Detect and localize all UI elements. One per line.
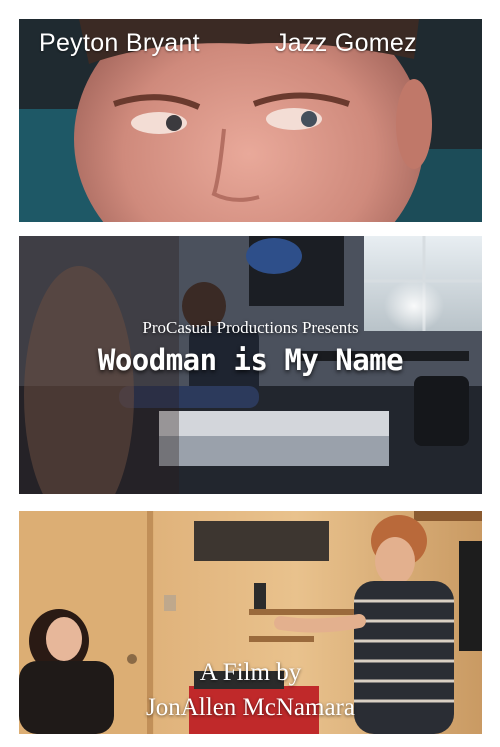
film-title: Woodman is My Name — [97, 343, 404, 377]
credit-line-2: JonAllen McNamara — [146, 694, 355, 721]
closeup-photo-panel: Peyton Bryant Jazz Gomez — [19, 19, 482, 222]
presents-line: ProCasual Productions Presents — [142, 318, 359, 337]
kitchen-scene-panel: A Film by JonAllen McNamara — [19, 511, 482, 734]
cast-name-left: Peyton Bryant — [39, 29, 200, 57]
cast-name-right: Jazz Gomez — [275, 29, 417, 57]
credit-line-1: A Film by — [199, 659, 302, 686]
bedroom-scene-panel: ProCasual Productions Presents Woodman i… — [19, 236, 482, 494]
